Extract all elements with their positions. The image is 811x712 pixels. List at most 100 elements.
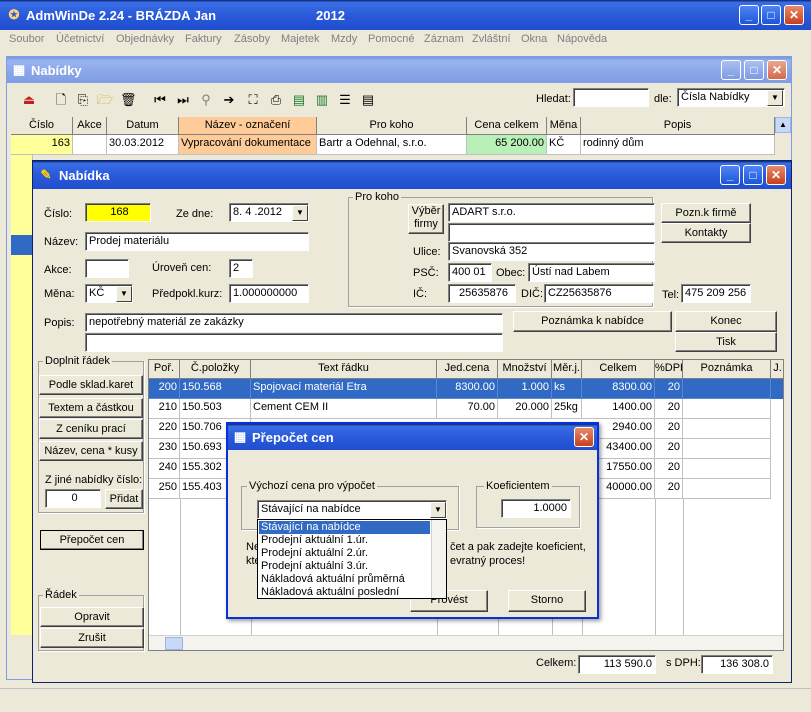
menu-okna[interactable]: Okna bbox=[521, 33, 547, 45]
menu-majetek[interactable]: Majetek bbox=[281, 33, 320, 45]
col-jed-cena[interactable]: Jed.cena bbox=[437, 360, 498, 379]
mena-dropdown[interactable]: ▼ bbox=[116, 286, 132, 302]
option-prodejni-2[interactable]: Prodejní aktuální 2.úr. bbox=[259, 547, 430, 560]
nabidka-maximize-button[interactable]: □ bbox=[743, 165, 763, 185]
nabidky-minimize-button[interactable]: _ bbox=[721, 60, 741, 80]
menu-mzdy[interactable]: Mzdy bbox=[331, 33, 357, 45]
poznamka-button[interactable]: Poznámka k nabídce bbox=[513, 311, 672, 332]
col-datum[interactable]: Datum bbox=[107, 117, 179, 135]
akce-field[interactable] bbox=[85, 259, 129, 278]
col-text[interactable]: Text řádku bbox=[251, 360, 437, 379]
col-popis[interactable]: Popis bbox=[581, 117, 775, 135]
col-polozky[interactable]: Č.položky bbox=[180, 360, 251, 379]
col-poznamka[interactable]: Poznámka bbox=[683, 360, 771, 379]
select-icon[interactable]: ⛶ bbox=[245, 92, 261, 108]
scroll-up-button[interactable]: ▲ bbox=[775, 117, 791, 133]
table-row[interactable]: 210 150.503 Cement CEM II 70.00 20.000 2… bbox=[149, 399, 783, 419]
nabidky-maximize-button[interactable]: □ bbox=[744, 60, 764, 80]
col-nazev[interactable]: Název - označení bbox=[179, 117, 317, 135]
vychozi-options-list[interactable]: Stávající na nabídce Prodejní aktuální 1… bbox=[257, 519, 447, 599]
exit-icon[interactable]: ⏏ bbox=[21, 92, 37, 108]
copy-icon[interactable]: ⎘ bbox=[75, 92, 91, 108]
pridat-button[interactable]: Přidat bbox=[105, 489, 143, 509]
tisk-button[interactable]: Tisk bbox=[675, 332, 777, 352]
search-icon[interactable]: ⚲ bbox=[198, 92, 214, 108]
calc-export-icon[interactable]: ▥ bbox=[314, 92, 330, 108]
nabidka-close-button[interactable]: ✕ bbox=[766, 165, 786, 185]
search-by-dropdown[interactable]: ▼ bbox=[767, 90, 783, 106]
firma-field[interactable]: ADART s.r.o. bbox=[448, 203, 655, 222]
vychozi-dropdown[interactable]: ▼ bbox=[430, 502, 446, 518]
delete-icon[interactable]: 🗑 bbox=[120, 92, 137, 108]
last-record-icon[interactable]: ⏭ bbox=[175, 92, 191, 108]
zrusit-button[interactable]: Zrušit bbox=[40, 628, 144, 648]
nabidka-minimize-button[interactable]: _ bbox=[720, 165, 740, 185]
firma-field-2[interactable] bbox=[448, 223, 655, 242]
option-prodejni-1[interactable]: Prodejní aktuální 1.úr. bbox=[259, 534, 430, 547]
table-row[interactable]: 163 30.03.2012 Vypracování dokumentace B… bbox=[11, 135, 775, 155]
dic-field[interactable]: CZ25635876 bbox=[544, 284, 654, 303]
col-j[interactable]: J. bbox=[771, 360, 783, 379]
ze-dne-dropdown[interactable]: ▼ bbox=[292, 205, 308, 221]
koef-field[interactable]: 1.0000 bbox=[501, 499, 571, 518]
option-prodejni-3[interactable]: Prodejní aktuální 3.úr. bbox=[259, 560, 430, 573]
col-cena[interactable]: Cena celkem bbox=[467, 117, 547, 135]
excel-export-icon[interactable]: ▤ bbox=[291, 92, 307, 108]
popis-field-2[interactable] bbox=[85, 333, 503, 352]
print-icon[interactable]: ⎙ bbox=[268, 92, 284, 108]
menu-soubor[interactable]: Soubor bbox=[9, 33, 44, 45]
menu-zaznam[interactable]: Záznam bbox=[424, 33, 464, 45]
search-input[interactable] bbox=[573, 88, 649, 107]
menu-zvlastni[interactable]: Zvláštní bbox=[472, 33, 511, 45]
menu-napoveda[interactable]: Nápověda bbox=[557, 33, 607, 45]
col-akce[interactable]: Akce bbox=[73, 117, 107, 135]
pozn-firme-button[interactable]: Pozn.k firmě bbox=[661, 203, 751, 223]
option-stavajici[interactable]: Stávající na nabídce bbox=[259, 521, 430, 534]
col-mena[interactable]: Měna bbox=[547, 117, 581, 135]
textem-button[interactable]: Textem a částkou bbox=[39, 398, 143, 418]
new-document-icon[interactable]: 🗋 bbox=[53, 92, 69, 108]
col-mnozstvi[interactable]: Množství bbox=[498, 360, 552, 379]
uroven-field[interactable]: 2 bbox=[229, 259, 253, 278]
close-button[interactable]: ✕ bbox=[784, 5, 804, 25]
podle-sklad-button[interactable]: Podle sklad.karet bbox=[39, 375, 143, 395]
menu-ucetnictvi[interactable]: Účetnictví bbox=[56, 33, 104, 45]
open-folder-icon[interactable]: 🗁 bbox=[97, 92, 113, 108]
vyber-firmy-button[interactable]: Výběr firmy bbox=[408, 204, 444, 234]
jine-nabidky-field[interactable]: 0 bbox=[45, 489, 101, 508]
menu-faktury[interactable]: Faktury bbox=[185, 33, 222, 45]
table-row[interactable]: 200 150.568 Spojovací materiál Etra 8300… bbox=[149, 379, 783, 399]
ulice-field[interactable]: Svanovská 352 bbox=[448, 242, 655, 261]
prepocet-cen-button[interactable]: Přepočet cen bbox=[40, 530, 144, 550]
obec-field[interactable]: Ústí nad Labem bbox=[528, 263, 655, 282]
col-dph[interactable]: %DPH bbox=[655, 360, 683, 379]
go-arrow-icon[interactable]: ➔ bbox=[221, 92, 237, 108]
options-scrollbar[interactable] bbox=[431, 520, 446, 598]
col-pro-koho[interactable]: Pro koho bbox=[317, 117, 467, 135]
kontakty-button[interactable]: Kontakty bbox=[661, 223, 751, 243]
col-mer-j[interactable]: Měr.j. bbox=[552, 360, 582, 379]
nabidky-close-button[interactable]: ✕ bbox=[767, 60, 787, 80]
col-por[interactable]: Poř. bbox=[149, 360, 180, 379]
maximize-button[interactable]: □ bbox=[761, 5, 781, 25]
nazev-field[interactable]: Prodej materiálu bbox=[85, 232, 309, 251]
cenik-praci-button[interactable]: Z ceníku prací bbox=[39, 419, 143, 439]
notes-icon[interactable]: ▤ bbox=[360, 92, 376, 108]
opravit-button[interactable]: Opravit bbox=[40, 607, 144, 627]
scroll-thumb[interactable] bbox=[165, 637, 183, 650]
nazev-cena-button[interactable]: Název, cena * kusy bbox=[39, 441, 143, 461]
menu-objednavky[interactable]: Objednávky bbox=[116, 33, 174, 45]
konec-button[interactable]: Konec bbox=[675, 311, 777, 332]
minimize-button[interactable]: _ bbox=[739, 5, 759, 25]
option-nakladova-prumerna[interactable]: Nákladová aktuální průměrná bbox=[259, 573, 430, 586]
tel-field[interactable]: 475 209 256 bbox=[681, 284, 751, 303]
menu-zasoby[interactable]: Zásoby bbox=[234, 33, 270, 45]
kurz-field[interactable]: 1.000000000 bbox=[229, 284, 309, 303]
popis-field[interactable]: nepotřebný materiál ze zakázky bbox=[85, 313, 503, 332]
ic-field[interactable]: 25635876 bbox=[448, 284, 516, 303]
cislo-field[interactable]: 168 bbox=[85, 203, 151, 222]
vychozi-select[interactable]: Stávající na nabídce bbox=[257, 500, 447, 519]
option-nakladova-posledni[interactable]: Nákladová aktuální poslední bbox=[259, 586, 430, 599]
first-record-icon[interactable]: ⏮ bbox=[152, 92, 168, 108]
storno-button[interactable]: Storno bbox=[508, 590, 586, 612]
